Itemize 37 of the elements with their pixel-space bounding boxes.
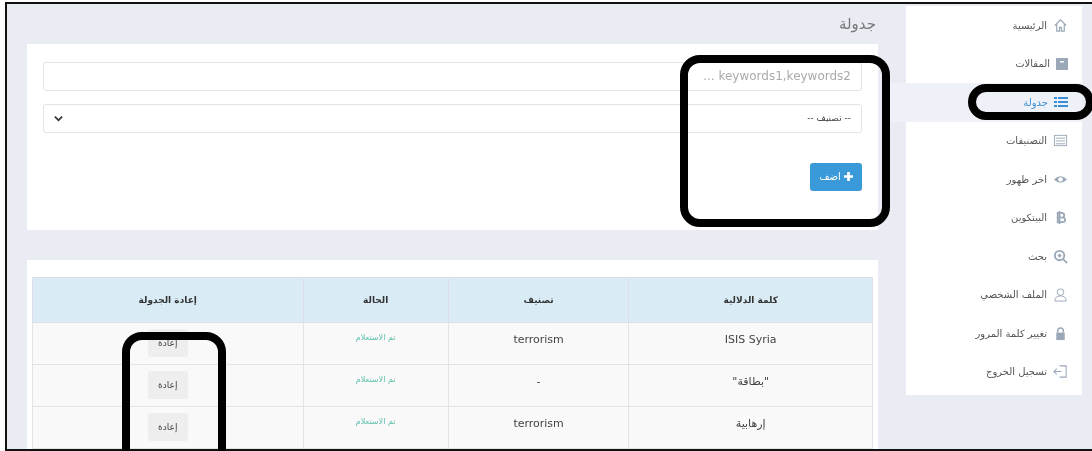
keywords-field[interactable]: keywords1,keywords2 ... xyxy=(43,61,862,91)
list-icon xyxy=(1054,97,1068,108)
sidebar-item[interactable]: المقالات xyxy=(906,44,1082,83)
plus-icon xyxy=(843,172,853,182)
sidebar-item[interactable]: التصنيفات xyxy=(906,121,1082,160)
page-title: جدولة xyxy=(839,14,876,33)
table-icon xyxy=(1053,133,1068,149)
column-header: تصنيف xyxy=(448,277,629,323)
sidebar-item[interactable]: اخر ظهور xyxy=(906,160,1082,199)
column-header: الحالة xyxy=(303,277,449,323)
table-cell: "بطاقة" xyxy=(628,364,873,407)
sidebar-item[interactable]: تغيير كلمة المرور xyxy=(906,314,1082,353)
status-cell: تم الاستعلام xyxy=(303,406,449,449)
zoom-in-icon xyxy=(1053,248,1068,264)
sidebar-item[interactable]: الملف الشخصي xyxy=(906,275,1082,314)
archive-icon xyxy=(1056,57,1068,70)
table-cell: إرهابية xyxy=(628,406,873,449)
sidebar-item[interactable]: بحث xyxy=(906,237,1082,276)
chevron-down-icon xyxy=(54,113,63,123)
reschedule-button[interactable]: إعادة xyxy=(147,371,188,399)
logout-icon xyxy=(1053,364,1068,380)
user-icon xyxy=(1053,287,1068,303)
category-select[interactable]: -- تصنيف -- xyxy=(43,103,862,133)
lock-icon xyxy=(1053,325,1068,341)
table-cell: terrorism xyxy=(448,322,629,365)
sidebar-item[interactable]: الرئيسية xyxy=(906,6,1082,45)
status-cell: تم الاستعلام xyxy=(303,322,449,365)
reschedule-button[interactable]: إعادة xyxy=(147,413,188,441)
sidebar-item[interactable]: البيتكوين xyxy=(906,198,1082,237)
table-cell: ISIS Syria xyxy=(628,322,873,365)
column-header: كلمة الدلالية xyxy=(628,277,873,323)
status-cell: تم الاستعلام xyxy=(303,364,449,407)
table-cell: terrorism xyxy=(448,406,629,449)
sidebar-item[interactable]: تسجيل الخروج xyxy=(906,352,1082,391)
home-icon xyxy=(1053,17,1068,33)
table-cell: - xyxy=(448,364,629,407)
column-header: إعادة الجدولة xyxy=(32,277,303,323)
